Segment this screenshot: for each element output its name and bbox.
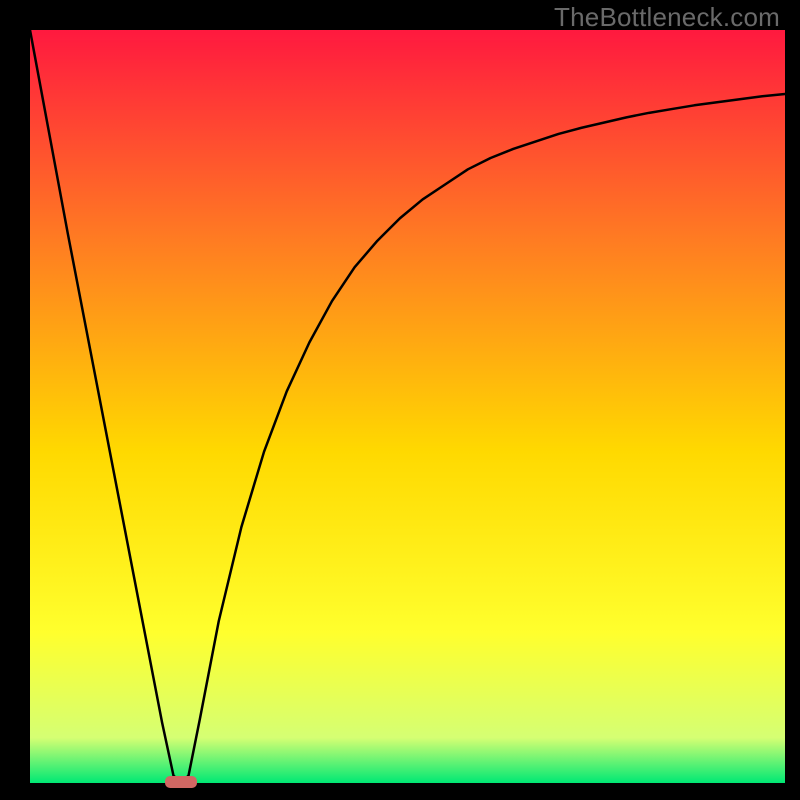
bottleneck-chart: TheBottleneck.com [0,0,800,800]
frame-right [785,0,800,800]
watermark-text: TheBottleneck.com [554,2,780,33]
frame-bottom [0,783,800,800]
minimum-marker [165,776,197,788]
plot-background [30,30,785,783]
chart-svg [0,0,800,800]
frame-left [0,0,30,800]
